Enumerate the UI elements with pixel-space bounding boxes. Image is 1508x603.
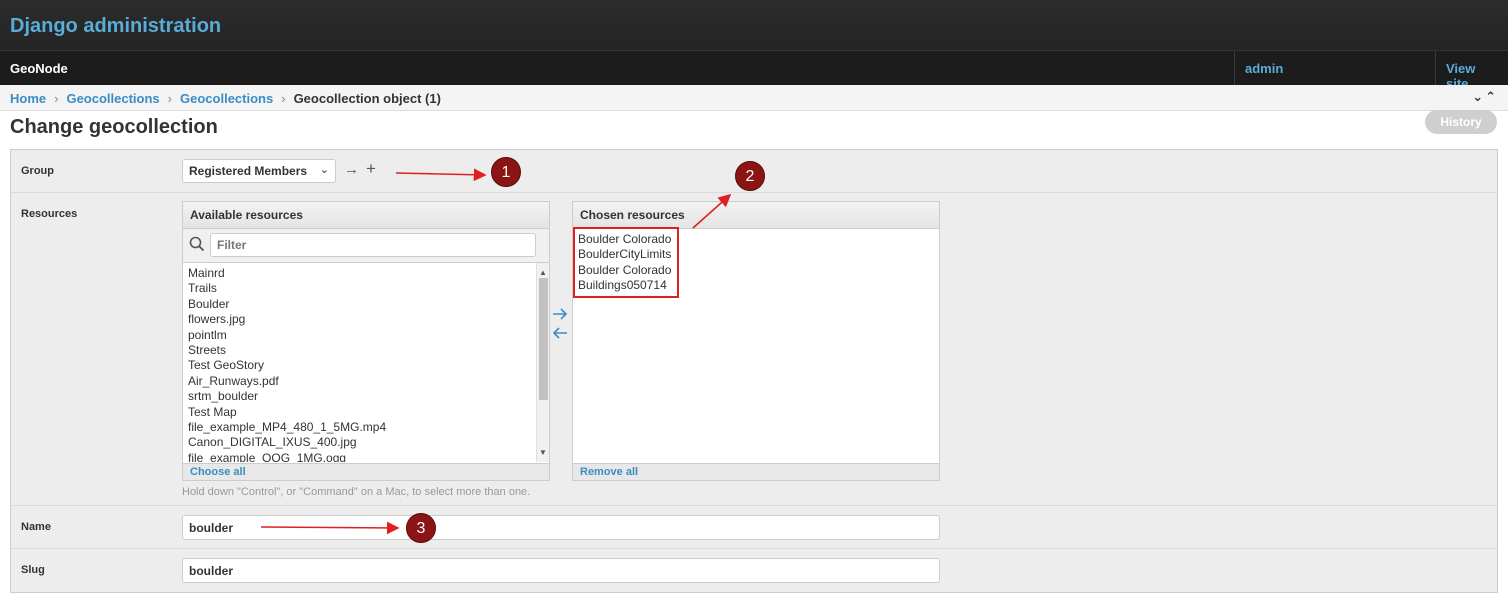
change-form: Group Registered Members ⌄ → + Resources…	[10, 149, 1498, 593]
collapse-all-icon[interactable]: ⌃	[1485, 89, 1498, 104]
choose-all-link[interactable]: Choose all	[183, 463, 549, 480]
expand-all-icon[interactable]: ⌄	[1472, 89, 1485, 104]
list-item[interactable]: Test GeoStory	[188, 358, 544, 373]
list-item[interactable]: Mainrd	[188, 266, 544, 281]
scroll-thumb[interactable]	[539, 278, 548, 400]
breadcrumb: Home › Geocollections › Geocollections › Geoco…	[0, 85, 1508, 111]
breadcrumb-current: Geocollection object (1)	[293, 91, 441, 106]
breadcrumb-home[interactable]: Home	[10, 91, 46, 106]
list-item[interactable]: Boulder	[188, 297, 544, 312]
annotation-badge-1: 1	[491, 157, 521, 187]
resources-row: Resources Available resources Mainrd Tra…	[11, 193, 1497, 506]
list-item[interactable]: pointlm	[188, 328, 544, 343]
list-item[interactable]: srtm_boulder	[188, 389, 544, 404]
chosen-resources-title: Chosen resources	[573, 202, 939, 229]
list-item[interactable]: file_example_MP4_480_1_5MG.mp4	[188, 420, 544, 435]
breadcrumb-app[interactable]: Geocollections	[66, 91, 159, 106]
page-title: Change geocollection	[10, 116, 218, 138]
resources-help-text: Hold down "Control", or "Command" on a M…	[182, 486, 531, 498]
scroll-down-icon[interactable]: ▼	[539, 445, 547, 460]
user-menu-link[interactable]: admin	[1234, 51, 1435, 86]
available-resources-title: Available resources	[183, 202, 549, 229]
slug-row: Slug boulder	[11, 549, 1497, 593]
name-row: Name boulder	[11, 506, 1497, 549]
group-selected-value: Registered Members	[189, 164, 308, 178]
list-item[interactable]: flowers.jpg	[188, 312, 544, 327]
breadcrumb-separator: ›	[54, 91, 59, 106]
list-item[interactable]: Streets	[188, 343, 544, 358]
brand-name: GeoNode	[10, 61, 68, 76]
list-item[interactable]: Air_Runways.pdf	[188, 374, 544, 389]
list-item[interactable]: Canon_DIGITAL_IXUS_400.jpg	[188, 435, 544, 450]
annotation-badge-3: 3	[406, 513, 436, 543]
site-title[interactable]: Django administration	[10, 15, 221, 38]
slug-label: Slug	[21, 564, 45, 576]
breadcrumb-model[interactable]: Geocollections	[180, 91, 273, 106]
chosen-highlight-box	[573, 227, 679, 298]
list-item[interactable]: file_example_OOG_1MG.ogg	[188, 451, 544, 462]
slug-field[interactable]: boulder	[182, 558, 940, 583]
add-related-icon[interactable]: +	[366, 159, 376, 179]
chevron-down-icon: ⌄	[319, 164, 329, 176]
search-icon	[189, 236, 205, 257]
history-button[interactable]: History	[1425, 110, 1497, 134]
resources-label: Resources	[21, 208, 78, 220]
available-resources-box: Available resources Mainrd Trails Boulde…	[182, 201, 550, 481]
filter-input[interactable]	[210, 233, 536, 257]
breadcrumb-separator: ›	[167, 91, 173, 106]
scrollbar[interactable]: ▲ ▼	[536, 263, 549, 462]
remove-all-link[interactable]: Remove all	[573, 463, 939, 480]
breadcrumb-separator: ›	[281, 91, 286, 106]
name-label: Name	[21, 521, 51, 533]
remove-arrow-icon[interactable]	[552, 326, 568, 345]
list-item[interactable]: Trails	[188, 281, 544, 296]
filter-bar	[183, 229, 549, 263]
name-field[interactable]: boulder	[182, 515, 940, 540]
available-resources-list[interactable]: Mainrd Trails Boulder flowers.jpg pointl…	[183, 263, 549, 462]
group-select[interactable]: Registered Members ⌄	[182, 159, 336, 183]
view-site-link[interactable]: View site	[1435, 51, 1508, 91]
user-tools-bar: GeoNode admin View site	[0, 50, 1508, 91]
change-related-icon[interactable]: →	[344, 161, 359, 178]
list-item[interactable]: Test Map	[188, 405, 544, 420]
collapse-toggle[interactable]: ⌄⌃	[1472, 89, 1498, 105]
annotation-badge-2: 2	[735, 161, 765, 191]
group-label: Group	[21, 165, 54, 177]
header: Django administration GeoNode admin View…	[0, 0, 1508, 91]
choose-arrow-icon[interactable]	[552, 307, 568, 326]
